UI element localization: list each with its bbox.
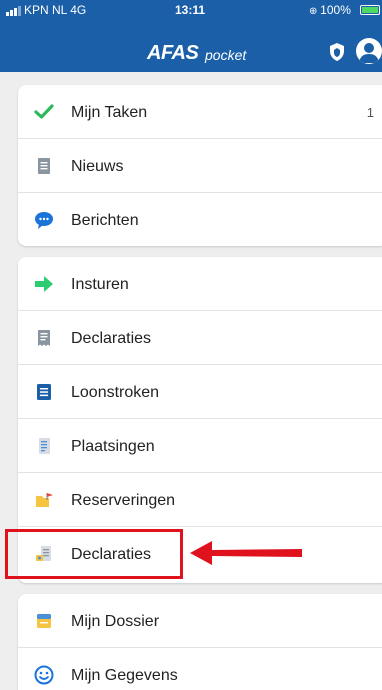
document-icon: [34, 156, 54, 176]
menu-item-label: Plaatsingen: [71, 438, 155, 455]
menu-group-profile: Mijn Dossier Mijn Gegevens: [18, 594, 382, 690]
checkmark-icon: [34, 102, 54, 122]
menu-item-insturen[interactable]: Insturen: [18, 257, 382, 311]
menu-item-label: Berichten: [71, 212, 139, 229]
clipboard-icon: [34, 436, 54, 456]
menu-group-personal: Mijn Taken 1 Nieuws Berichten: [18, 85, 382, 246]
menu-item-mijn-dossier[interactable]: Mijn Dossier: [18, 594, 382, 648]
task-count-badge: 1: [366, 105, 374, 120]
menu-item-label: Loonstroken: [71, 384, 160, 401]
shield-icon[interactable]: [328, 42, 346, 62]
menu-item-berichten[interactable]: Berichten: [18, 193, 382, 247]
menu-item-reserveringen[interactable]: Reserveringen: [18, 473, 382, 527]
smiley-icon: [34, 665, 54, 685]
menu-item-plaatsingen[interactable]: Plaatsingen: [18, 419, 382, 473]
menu-item-nieuws[interactable]: Nieuws: [18, 139, 382, 193]
chat-bubble-icon: [34, 210, 54, 230]
menu-item-mijn-taken[interactable]: Mijn Taken 1: [18, 85, 382, 139]
battery-icon: [360, 5, 380, 15]
app-header: KPN NL 4G 13:11 ⊕ 100% AFAS pocket: [0, 0, 382, 72]
app-logo-suffix: pocket: [205, 47, 247, 63]
menu-item-label: Reserveringen: [71, 492, 176, 509]
payslip-icon: [34, 382, 54, 402]
dossier-icon: [34, 611, 54, 631]
menu-item-declaraties[interactable]: Declaraties: [18, 311, 382, 365]
menu-item-label: Mijn Gegevens: [71, 667, 178, 684]
menu-item-mijn-gegevens[interactable]: Mijn Gegevens: [18, 648, 382, 690]
signal-strength-icon: [6, 6, 22, 16]
menu-item-label: Declaraties: [71, 330, 152, 347]
app-logo: AFAS: [147, 42, 199, 64]
folder-flag-icon: [34, 490, 54, 510]
menu-item-label: Mijn Taken: [71, 104, 148, 121]
carrier-label: KPN NL 4G: [24, 3, 87, 17]
menu-item-loonstroken[interactable]: Loonstroken: [18, 365, 382, 419]
menu-item-label: Mijn Dossier: [71, 613, 160, 630]
arrow-right-icon: [34, 274, 54, 294]
status-time: 13:11: [175, 3, 206, 17]
status-bar: KPN NL 4G 13:11 ⊕ 100%: [0, 0, 382, 20]
receipt-icon: [34, 328, 54, 348]
annotation-arrow-icon: [190, 541, 302, 565]
battery-percentage: ⊕ 100%: [309, 3, 351, 17]
annotation-highlight-box: [5, 529, 183, 579]
menu-item-label: Nieuws: [71, 158, 124, 175]
user-avatar-icon[interactable]: [356, 38, 382, 64]
menu-item-label: Insturen: [71, 276, 129, 293]
